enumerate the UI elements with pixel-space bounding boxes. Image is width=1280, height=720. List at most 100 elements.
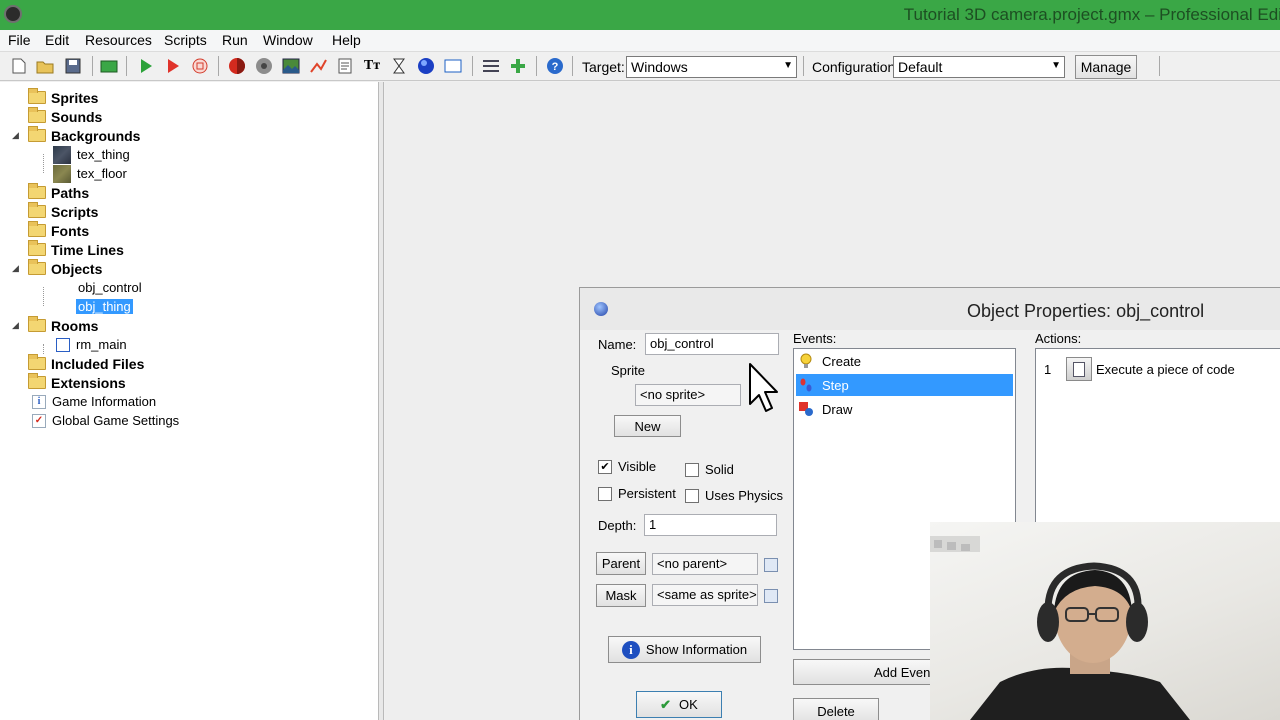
- target-label: Target:: [582, 59, 625, 75]
- folder-icon: [28, 183, 46, 199]
- footsteps-icon: [800, 378, 812, 392]
- code-action-icon: [1066, 357, 1092, 381]
- create-sprite-icon[interactable]: [228, 57, 246, 75]
- new-project-icon[interactable]: [10, 57, 28, 75]
- mask-browse-icon[interactable]: [764, 589, 778, 603]
- tree-folder-sounds[interactable]: Sounds: [16, 107, 102, 126]
- target-select[interactable]: Windows ▼: [626, 56, 797, 78]
- menu-resources[interactable]: Resources: [85, 32, 152, 48]
- expand-arrow-icon[interactable]: ◢: [12, 130, 28, 141]
- extensions-icon[interactable]: [509, 57, 527, 75]
- folder-icon: [28, 316, 46, 332]
- menu-bar: File Edit Resources Scripts Run Window H…: [0, 30, 1280, 52]
- tree-folder-fonts[interactable]: Fonts: [16, 221, 89, 240]
- background-thumbnail-icon: [53, 145, 71, 164]
- save-project-icon[interactable]: [64, 57, 82, 75]
- info-icon: i: [32, 394, 46, 409]
- show-information-button[interactable]: i Show Information: [608, 636, 761, 663]
- menu-edit[interactable]: Edit: [45, 32, 69, 48]
- stop-icon[interactable]: [191, 57, 209, 75]
- settings-check-icon: ✓: [32, 413, 46, 428]
- panel-splitter[interactable]: [379, 82, 384, 720]
- menu-run[interactable]: Run: [222, 32, 248, 48]
- tree-folder-scripts[interactable]: Scripts: [16, 202, 98, 221]
- mouse-cursor-icon: [749, 363, 778, 412]
- dialog-title: Object Properties: obj_control: [967, 301, 1205, 321]
- tree-item-tex-floor[interactable]: tex_floor: [53, 164, 127, 183]
- object-icon: [594, 302, 608, 316]
- tree-folder-backgrounds[interactable]: ◢ Backgrounds: [12, 126, 140, 145]
- solid-checkbox[interactable]: Solid: [685, 462, 734, 477]
- tree-folder-sprites[interactable]: Sprites: [16, 88, 98, 107]
- folder-icon: [28, 107, 46, 123]
- svg-text:?: ?: [552, 61, 559, 73]
- menu-file[interactable]: File: [8, 32, 31, 48]
- ok-button[interactable]: ✔ OK: [636, 691, 722, 718]
- background-thumbnail-icon: [53, 164, 71, 183]
- expand-arrow-icon[interactable]: ◢: [12, 263, 28, 274]
- visible-checkbox[interactable]: ✔ Visible: [598, 459, 656, 474]
- action-item[interactable]: 1 Execute a piece of code: [1040, 357, 1235, 381]
- event-draw[interactable]: Draw: [796, 398, 1013, 420]
- delete-event-button[interactable]: Delete: [793, 698, 879, 720]
- name-label: Name:: [598, 337, 637, 352]
- name-input[interactable]: obj_control: [645, 333, 779, 355]
- sprite-group-label: Sprite: [611, 363, 645, 378]
- menu-window[interactable]: Window: [263, 32, 313, 48]
- tree-item-game-information[interactable]: i Game Information: [32, 392, 156, 411]
- uses-physics-checkbox[interactable]: Uses Physics: [685, 488, 783, 503]
- new-sprite-button[interactable]: New: [614, 415, 681, 437]
- folder-icon: [28, 373, 46, 389]
- create-background-icon[interactable]: [282, 57, 300, 75]
- tree-folder-paths[interactable]: Paths: [16, 183, 89, 202]
- open-project-icon[interactable]: [36, 57, 54, 75]
- run-game-icon[interactable]: [137, 57, 155, 75]
- expand-arrow-icon[interactable]: ◢: [12, 320, 28, 331]
- tree-folder-objects[interactable]: ◢ Objects: [12, 259, 102, 278]
- parent-browse-icon[interactable]: [764, 558, 778, 572]
- chevron-down-icon: ▼: [1051, 60, 1061, 71]
- help-icon[interactable]: ?: [546, 57, 564, 75]
- tree-folder-timelines[interactable]: Time Lines: [16, 240, 124, 259]
- create-room-icon[interactable]: [444, 57, 462, 75]
- tree-folder-extensions[interactable]: Extensions: [16, 373, 126, 392]
- tree-item-obj-control[interactable]: obj_control: [76, 278, 142, 297]
- folder-icon: [28, 88, 46, 104]
- depth-input[interactable]: 1: [644, 514, 777, 536]
- manage-button[interactable]: Manage: [1075, 55, 1137, 79]
- menu-scripts[interactable]: Scripts: [164, 32, 207, 48]
- depth-label: Depth:: [598, 518, 637, 533]
- gamemaker-app-icon[interactable]: [4, 5, 22, 23]
- tree-item-obj-thing[interactable]: obj_thing: [76, 297, 133, 316]
- parent-button[interactable]: Parent: [596, 552, 646, 575]
- event-create[interactable]: Create: [796, 350, 1013, 372]
- mask-button[interactable]: Mask: [596, 584, 646, 607]
- checkmark-icon: ✔: [660, 696, 672, 712]
- window-titlebar: Tutorial 3D camera.project.gmx – Profess…: [0, 0, 1280, 30]
- create-timeline-icon[interactable]: [390, 57, 408, 75]
- create-object-icon[interactable]: [417, 57, 435, 75]
- events-label: Events:: [793, 331, 837, 346]
- create-executable-icon[interactable]: [100, 57, 118, 75]
- tree-folder-rooms[interactable]: ◢ Rooms: [12, 316, 98, 335]
- create-font-icon[interactable]: Tт: [363, 57, 381, 75]
- event-step[interactable]: Step: [796, 374, 1013, 396]
- mask-select[interactable]: <same as sprite>: [652, 584, 758, 606]
- game-settings-icon[interactable]: [482, 57, 500, 75]
- debug-game-icon[interactable]: [164, 57, 182, 75]
- persistent-checkbox[interactable]: Persistent: [598, 486, 676, 501]
- parent-select[interactable]: <no parent>: [652, 553, 758, 575]
- tree-folder-included-files[interactable]: Included Files: [16, 354, 144, 373]
- menu-help[interactable]: Help: [332, 32, 361, 48]
- tree-item-tex-thing[interactable]: tex_thing: [53, 145, 130, 164]
- tree-item-global-game-settings[interactable]: ✓ Global Game Settings: [32, 411, 179, 430]
- sprite-select[interactable]: <no sprite>: [635, 384, 741, 406]
- tree-item-rm-main[interactable]: rm_main: [56, 335, 127, 354]
- info-icon: i: [621, 640, 640, 659]
- configuration-select[interactable]: Default ▼: [893, 56, 1065, 78]
- create-path-icon[interactable]: [309, 57, 327, 75]
- create-sound-icon[interactable]: [255, 57, 273, 75]
- create-script-icon[interactable]: [336, 57, 354, 75]
- shapes-icon: [799, 402, 813, 416]
- folder-icon: [28, 240, 46, 256]
